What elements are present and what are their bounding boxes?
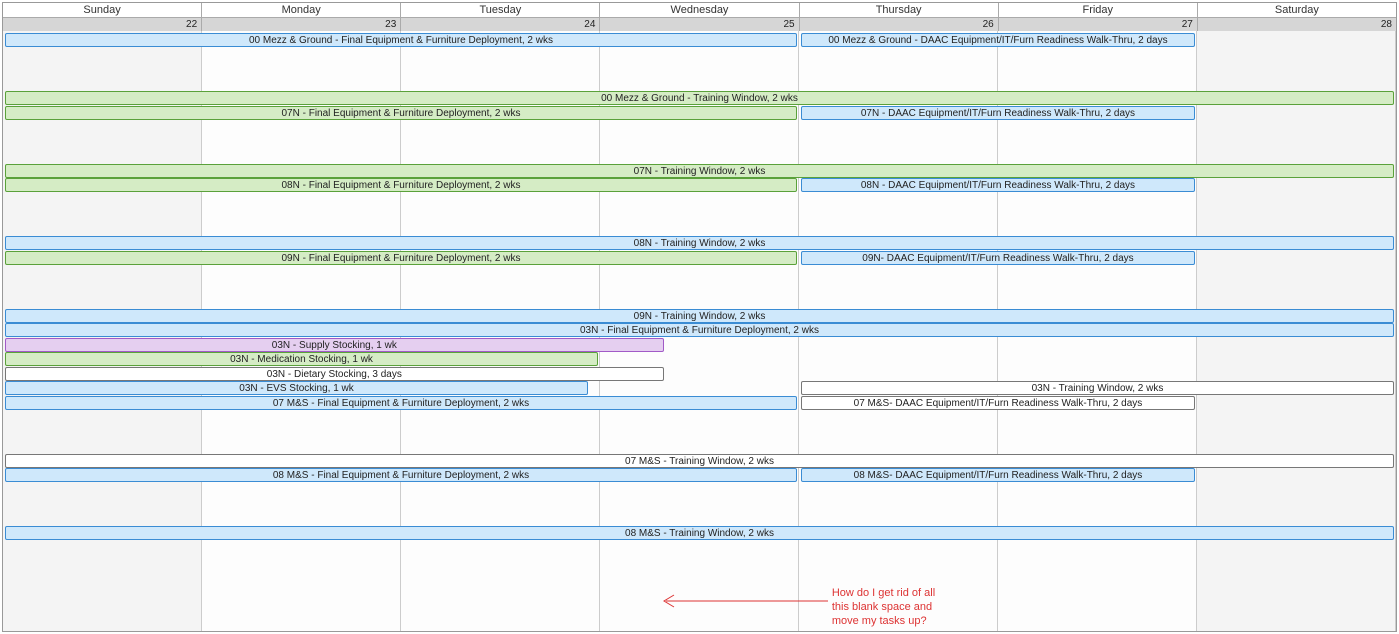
day-header-row: Sunday Monday Tuesday Wednesday Thursday… — [3, 3, 1396, 18]
annotation-line: this blank space and — [832, 600, 935, 614]
task-bar[interactable]: 09N- DAAC Equipment/IT/Furn Readiness Wa… — [801, 251, 1195, 265]
task-bar[interactable]: 08 M&S- DAAC Equipment/IT/Furn Readiness… — [801, 468, 1195, 482]
date-cell[interactable]: 28 — [1198, 18, 1396, 31]
task-bar[interactable]: 03N - Final Equipment & Furniture Deploy… — [5, 323, 1394, 337]
task-bar[interactable]: 08 M&S - Final Equipment & Furniture Dep… — [5, 468, 797, 482]
annotation-line: How do I get rid of all — [832, 586, 935, 600]
task-bar[interactable]: 08 M&S - Training Window, 2 wks — [5, 526, 1394, 540]
task-bar[interactable]: 00 Mezz & Ground - DAAC Equipment/IT/Fur… — [801, 33, 1195, 47]
task-bar[interactable]: 07 M&S - Final Equipment & Furniture Dep… — [5, 396, 797, 410]
calendar-grid[interactable]: 00 Mezz & Ground - Final Equipment & Fur… — [3, 31, 1396, 631]
day-header: Friday — [999, 3, 1198, 17]
task-bar[interactable]: 08N - Final Equipment & Furniture Deploy… — [5, 178, 797, 192]
date-cell[interactable]: 25 — [600, 18, 799, 31]
date-cell[interactable]: 26 — [800, 18, 999, 31]
date-cell[interactable]: 24 — [401, 18, 600, 31]
task-bar[interactable]: 07N - Training Window, 2 wks — [5, 164, 1394, 178]
task-bar[interactable]: 08N - DAAC Equipment/IT/Furn Readiness W… — [801, 178, 1195, 192]
date-cell[interactable]: 23 — [202, 18, 401, 31]
task-bar[interactable]: 00 Mezz & Ground - Training Window, 2 wk… — [5, 91, 1394, 105]
task-bar[interactable]: 07N - Final Equipment & Furniture Deploy… — [5, 106, 797, 120]
task-bar[interactable]: 03N - EVS Stocking, 1 wk — [5, 381, 588, 395]
task-bar[interactable]: 07N - DAAC Equipment/IT/Furn Readiness W… — [801, 106, 1195, 120]
date-row: 22 23 24 25 26 27 28 — [3, 18, 1396, 31]
task-bar[interactable]: 03N - Dietary Stocking, 3 days — [5, 367, 664, 381]
day-header: Sunday — [3, 3, 202, 17]
task-bars-layer: 00 Mezz & Ground - Final Equipment & Fur… — [3, 31, 1396, 631]
day-header: Thursday — [800, 3, 999, 17]
task-bar[interactable]: 09N - Final Equipment & Furniture Deploy… — [5, 251, 797, 265]
task-bar[interactable]: 03N - Medication Stocking, 1 wk — [5, 352, 598, 366]
day-header: Monday — [202, 3, 401, 17]
annotation-line: move my tasks up? — [832, 614, 935, 628]
task-bar[interactable]: 08N - Training Window, 2 wks — [5, 236, 1394, 250]
task-bar[interactable]: 07 M&S- DAAC Equipment/IT/Furn Readiness… — [801, 396, 1195, 410]
task-bar[interactable]: 09N - Training Window, 2 wks — [5, 309, 1394, 323]
date-cell[interactable]: 27 — [999, 18, 1198, 31]
annotation-arrow — [658, 589, 828, 609]
calendar-week-view: Sunday Monday Tuesday Wednesday Thursday… — [2, 2, 1397, 632]
date-cell[interactable]: 22 — [3, 18, 202, 31]
day-header: Tuesday — [401, 3, 600, 17]
day-header: Saturday — [1198, 3, 1396, 17]
day-header: Wednesday — [600, 3, 799, 17]
task-bar[interactable]: 07 M&S - Training Window, 2 wks — [5, 454, 1394, 468]
task-bar[interactable]: 03N - Training Window, 2 wks — [801, 381, 1394, 395]
task-bar[interactable]: 00 Mezz & Ground - Final Equipment & Fur… — [5, 33, 797, 47]
task-bar[interactable]: 03N - Supply Stocking, 1 wk — [5, 338, 664, 352]
